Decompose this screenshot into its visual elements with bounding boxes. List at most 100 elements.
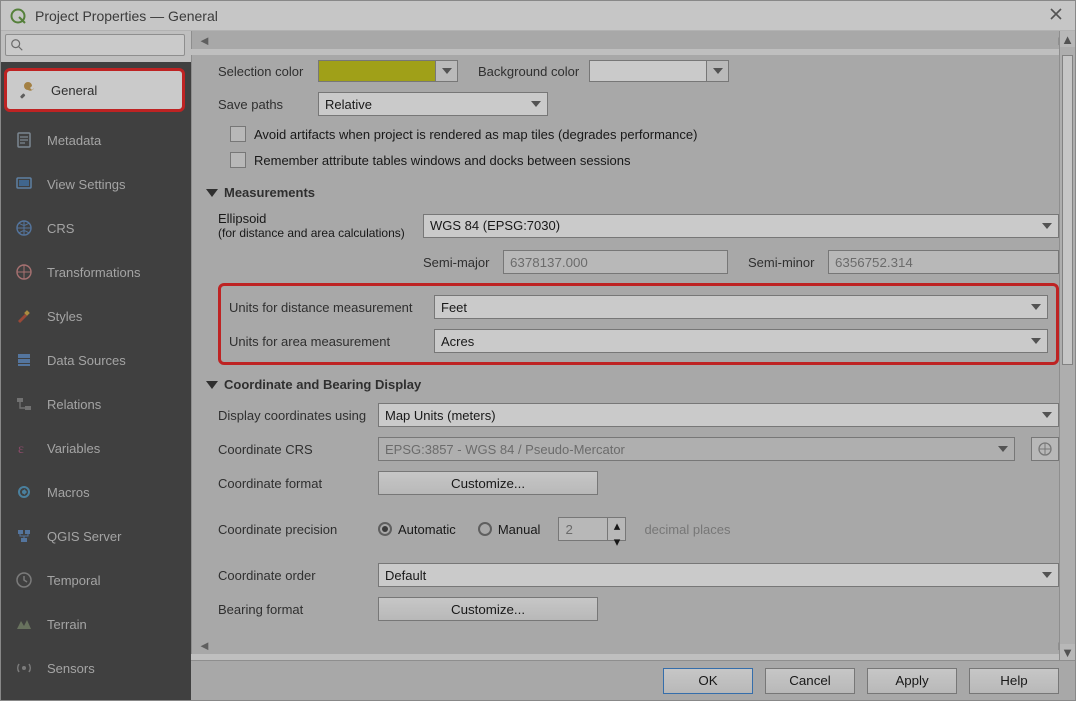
sidebar-item-label: Data Sources	[47, 353, 126, 368]
sidebar-item-data-sources[interactable]: Data Sources	[1, 338, 191, 382]
checkbox-icon	[230, 152, 246, 168]
chevron-down-icon	[206, 189, 218, 197]
gear-icon	[13, 481, 35, 503]
coord-precision-label: Coordinate precision	[218, 522, 368, 537]
sidebar-item-label: CRS	[47, 221, 74, 236]
bearing-customize-button[interactable]: Customize...	[378, 597, 598, 621]
avoid-artifacts-checkbox[interactable]: Avoid artifacts when project is rendered…	[218, 121, 1059, 147]
automatic-radio[interactable]: Automatic	[378, 522, 456, 537]
ellipsoid-value: WGS 84 (EPSG:7030)	[430, 218, 560, 233]
measurements-header[interactable]: Measurements	[206, 179, 1059, 206]
sidebar-item-label: Sensors	[47, 661, 95, 676]
sidebar-item-label: General	[51, 83, 97, 98]
ellipsoid-label: Ellipsoid	[218, 211, 413, 226]
scroll-down-strip[interactable]: ◄►	[191, 636, 1075, 654]
cancel-button[interactable]: Cancel	[765, 668, 855, 694]
sidebar-item-transformations[interactable]: Transformations	[1, 250, 191, 294]
ellipsoid-sublabel: (for distance and area calculations)	[218, 226, 413, 240]
save-paths-combo[interactable]: Relative	[318, 92, 548, 116]
decimal-places-field	[558, 517, 608, 541]
relations-icon	[13, 393, 35, 415]
remember-tables-label: Remember attribute tables windows and do…	[254, 153, 630, 168]
qgis-logo-icon	[9, 7, 27, 25]
sidebar: General Metadata View Settings CRS Trans…	[1, 31, 191, 700]
project-properties-window: Project Properties — General General Met…	[0, 0, 1076, 701]
sensor-icon	[13, 657, 35, 679]
decimal-places-label: decimal places	[644, 522, 730, 537]
sidebar-item-metadata[interactable]: Metadata	[1, 118, 191, 162]
sidebar-item-crs[interactable]: CRS	[1, 206, 191, 250]
chevron-down-icon[interactable]	[707, 60, 729, 82]
search-input[interactable]	[5, 34, 185, 56]
coordinate-display-section: Coordinate and Bearing Display Display c…	[206, 371, 1059, 626]
database-icon	[13, 349, 35, 371]
help-button[interactable]: Help	[969, 668, 1059, 694]
coord-order-value: Default	[385, 568, 426, 583]
coord-format-customize-button[interactable]: Customize...	[378, 471, 598, 495]
monitor-icon	[13, 173, 35, 195]
scroll-down-icon[interactable]: ▼	[1060, 644, 1075, 660]
sidebar-item-variables[interactable]: ε Variables	[1, 426, 191, 470]
dialog-button-bar: OK Cancel Apply Help	[191, 660, 1075, 700]
coord-format-label: Coordinate format	[218, 476, 368, 491]
sidebar-item-label: Metadata	[47, 133, 101, 148]
remember-tables-checkbox[interactable]: Remember attribute tables windows and do…	[218, 147, 1059, 173]
globe-icon	[1037, 441, 1053, 457]
sidebar-item-label: Styles	[47, 309, 82, 324]
avoid-artifacts-label: Avoid artifacts when project is rendered…	[254, 127, 697, 142]
ok-button[interactable]: OK	[663, 668, 753, 694]
area-units-combo[interactable]: Acres	[434, 329, 1048, 353]
window-title: Project Properties — General	[35, 8, 218, 24]
titlebar: Project Properties — General	[1, 1, 1075, 31]
sidebar-item-label: Macros	[47, 485, 90, 500]
area-units-label: Units for area measurement	[229, 334, 424, 349]
coordinate-display-header[interactable]: Coordinate and Bearing Display	[206, 371, 1059, 398]
sidebar-item-qgis-server[interactable]: QGIS Server	[1, 514, 191, 558]
scrollbar-thumb[interactable]	[1062, 55, 1073, 365]
ellipsoid-combo[interactable]: WGS 84 (EPSG:7030)	[423, 214, 1059, 238]
close-icon[interactable]	[1049, 7, 1067, 25]
globe-transform-icon	[13, 261, 35, 283]
semimajor-field	[503, 250, 728, 274]
sidebar-item-general[interactable]: General	[4, 68, 185, 112]
chevron-down-icon[interactable]	[436, 60, 458, 82]
measurements-section: Measurements Ellipsoid (for distance and…	[206, 179, 1059, 365]
sidebar-item-label: Temporal	[47, 573, 100, 588]
selection-color-picker[interactable]	[318, 60, 458, 82]
globe-icon	[13, 217, 35, 239]
sidebar-item-relations[interactable]: Relations	[1, 382, 191, 426]
main-panel: ◄► Selection color Background color	[191, 31, 1075, 700]
coord-crs-value: EPSG:3857 - WGS 84 / Pseudo-Mercator	[385, 442, 625, 457]
sidebar-item-macros[interactable]: Macros	[1, 470, 191, 514]
wrench-icon	[17, 79, 39, 101]
coord-order-combo[interactable]: Default	[378, 563, 1059, 587]
spinner-buttons: ▴▾	[608, 517, 626, 541]
sidebar-item-label: Transformations	[47, 265, 140, 280]
scroll-up-icon[interactable]: ▲	[1060, 31, 1075, 47]
save-paths-value: Relative	[325, 97, 372, 112]
distance-units-label: Units for distance measurement	[229, 300, 424, 315]
display-coords-combo[interactable]: Map Units (meters)	[378, 403, 1059, 427]
svg-text:ε: ε	[18, 442, 24, 457]
sidebar-item-label: Variables	[47, 441, 100, 456]
sidebar-item-sensors[interactable]: Sensors	[1, 646, 191, 690]
vertical-scrollbar[interactable]: ▲ ▼	[1059, 31, 1075, 660]
apply-button[interactable]: Apply	[867, 668, 957, 694]
distance-units-combo[interactable]: Feet	[434, 295, 1048, 319]
document-icon	[13, 129, 35, 151]
crs-picker-button[interactable]	[1031, 437, 1059, 461]
clock-icon	[13, 569, 35, 591]
epsilon-icon: ε	[13, 437, 35, 459]
semiminor-field	[828, 250, 1059, 274]
scroll-up-strip[interactable]: ◄►	[191, 31, 1075, 49]
sidebar-item-temporal[interactable]: Temporal	[1, 558, 191, 602]
terrain-icon	[13, 613, 35, 635]
coord-crs-label: Coordinate CRS	[218, 442, 368, 457]
sidebar-item-terrain[interactable]: Terrain	[1, 602, 191, 646]
background-color-picker[interactable]	[589, 60, 729, 82]
sidebar-item-view-settings[interactable]: View Settings	[1, 162, 191, 206]
decimal-places-spinner: ▴▾	[558, 517, 626, 541]
sidebar-item-styles[interactable]: Styles	[1, 294, 191, 338]
manual-radio[interactable]: Manual	[478, 522, 541, 537]
brush-icon	[13, 305, 35, 327]
